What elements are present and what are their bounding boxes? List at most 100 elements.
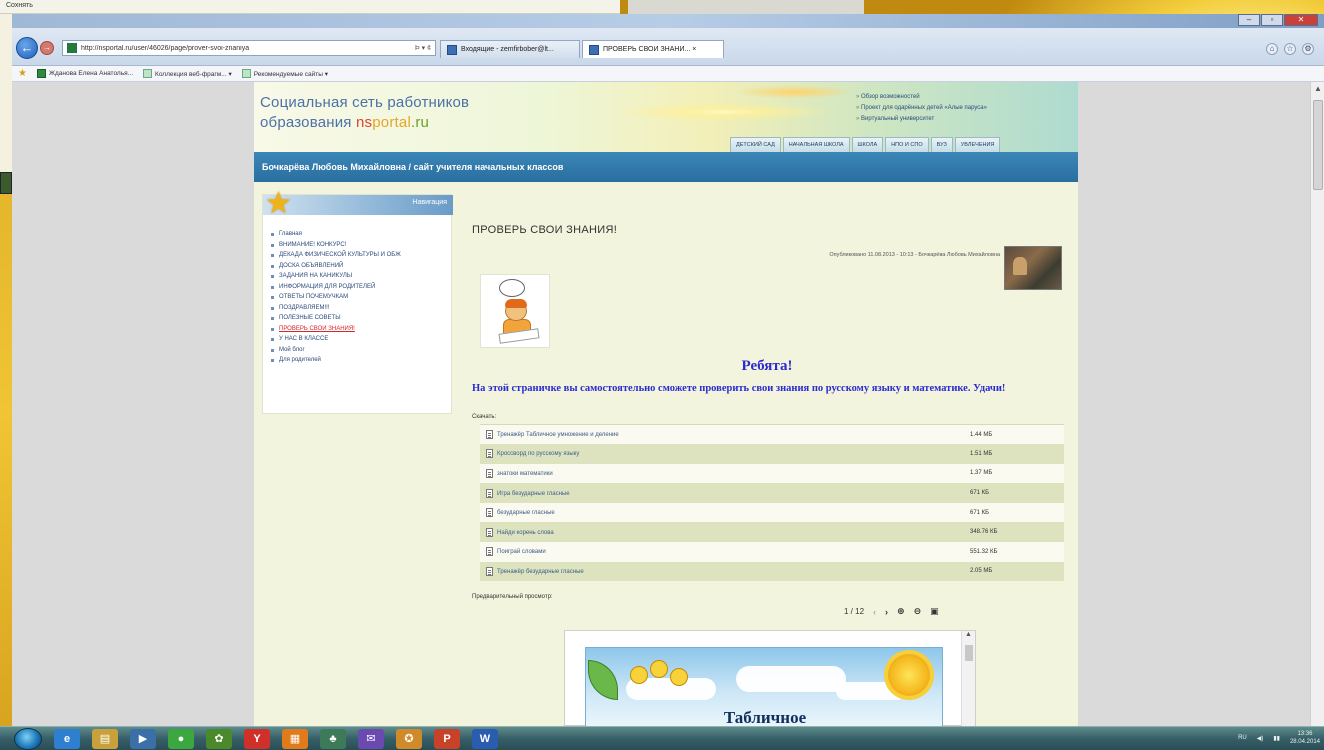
site-title[interactable]: Социальная сеть работников: [260, 94, 469, 111]
file-link[interactable]: Поиграй словами: [497, 549, 546, 555]
file-cell[interactable]: Поиграй словами: [480, 542, 964, 562]
nav-item[interactable]: ДЕКАДА ФИЗИЧЕСКОЙ КУЛЬТУРЫ И ОБЖ: [269, 250, 449, 261]
section-tab[interactable]: НАЧАЛЬНАЯ ШКОЛА: [782, 137, 850, 152]
language-indicator[interactable]: RU: [1238, 735, 1247, 741]
taskbar-app-icon[interactable]: ▦: [282, 729, 308, 749]
background-window[interactable]: [628, 0, 864, 14]
previous-page-button[interactable]: ‹: [873, 607, 876, 617]
scroll-up-icon[interactable]: ▲: [962, 631, 975, 638]
document-viewer[interactable]: Табличное ▲: [564, 630, 976, 726]
file-cell[interactable]: Кроссворд по русскому языку: [480, 444, 964, 464]
desktop-icon[interactable]: [0, 172, 12, 194]
address-bar[interactable]: http://nsportal.ru/user/46026/page/prove…: [62, 40, 436, 56]
favorites-star-icon[interactable]: ☆: [1284, 43, 1296, 55]
file-cell[interactable]: безударные гласные: [480, 502, 964, 523]
taskbar-app-icon[interactable]: ▤: [92, 729, 118, 749]
owner-title[interactable]: Бочкарёва Любовь Михайловна / сайт учите…: [262, 162, 563, 172]
taskbar-app-icon[interactable]: Y: [244, 729, 270, 749]
nav-item[interactable]: ПОЛЕЗНЫЕ СОВЕТЫ: [269, 313, 449, 324]
taskbar-app-icon[interactable]: ▶: [130, 729, 156, 749]
nav-item[interactable]: ПОЗДРАВЛЯЕМ!!!: [269, 303, 449, 314]
site-favicon-icon: [589, 44, 599, 55]
file-cell[interactable]: Игра безударные гласные: [480, 483, 964, 503]
favorites-star-icon[interactable]: ★: [18, 68, 27, 79]
taskbar-app-icon[interactable]: ♣: [320, 729, 346, 749]
browser-titlebar[interactable]: – ▫ ✕: [12, 14, 1324, 28]
file-link[interactable]: безударные гласные: [497, 510, 555, 516]
page-scrollbar[interactable]: ▲: [1310, 82, 1324, 726]
nav-item[interactable]: ЗАДАНИЯ НА КАНИКУЛЫ: [269, 271, 449, 282]
file-link[interactable]: Найди корень слова: [497, 530, 554, 536]
file-cell[interactable]: знатоки математики: [480, 463, 964, 484]
nav-item[interactable]: У НАС В КЛАССЕ: [269, 334, 449, 345]
header-link[interactable]: Виртуальный университет: [856, 114, 987, 125]
site-title-line2[interactable]: образования nsportal.ru: [260, 114, 429, 131]
section-tabs: ДЕТСКИЙ САД НАЧАЛЬНАЯ ШКОЛА ШКОЛА НПО И …: [730, 137, 1001, 152]
download-icon[interactable]: ▣: [930, 606, 939, 617]
section-tab[interactable]: НПО И СПО: [885, 137, 929, 152]
taskbar-app-icon[interactable]: ✿: [206, 729, 232, 749]
header-link[interactable]: Проект для одарённых детей «Алые паруса»: [856, 103, 987, 114]
taskbar-app-icon[interactable]: P: [434, 729, 460, 749]
zoom-out-icon[interactable]: ⊖: [914, 606, 922, 617]
address-actions[interactable]: Ϸ ▾ ¢: [415, 44, 431, 52]
taskbar-app-icon[interactable]: ●: [168, 729, 194, 749]
table-row: Игра безударные гласные 671 КБ: [480, 483, 1064, 503]
section-tab[interactable]: ШКОЛА: [851, 137, 884, 152]
viewer-scroll-thumb[interactable]: [965, 645, 973, 661]
volume-icon[interactable]: ◀): [1257, 735, 1264, 742]
maximize-button[interactable]: ▫: [1261, 14, 1283, 26]
clock[interactable]: 13:36 28.04.2014: [1290, 730, 1320, 746]
bee-shape: [670, 668, 688, 686]
close-button[interactable]: ✕: [1284, 14, 1318, 26]
section-tab[interactable]: ВУЗ: [930, 137, 953, 152]
zoom-in-icon[interactable]: ⊕: [897, 606, 905, 617]
settings-gear-icon[interactable]: ⚙: [1302, 43, 1314, 55]
viewer-scrollbar[interactable]: ▲: [961, 631, 975, 726]
background-window-titlebar[interactable]: Сохнять: [0, 0, 620, 14]
nav-item[interactable]: ОТВЕТЫ ПОЧЕМУЧКАМ: [269, 292, 449, 303]
section-tab[interactable]: ДЕТСКИЙ САД: [730, 137, 781, 152]
nav-item-active[interactable]: ПРОВЕРЬ СВОИ ЗНАНИЯ!: [269, 324, 449, 335]
table-row: Кроссворд по русскому языку 1.51 МБ: [480, 444, 1064, 464]
file-link[interactable]: Тренажёр Табличное умножение и деление: [497, 432, 619, 438]
nav-item[interactable]: Для родителей: [269, 355, 449, 366]
next-page-button[interactable]: ›: [885, 607, 888, 617]
favorite-label: Коллекция веб-фрагм... ▾: [155, 70, 232, 78]
table-row: Тренажёр Табличное умножение и деление 1…: [480, 424, 1064, 445]
scroll-up-icon[interactable]: ▲: [1311, 82, 1324, 96]
favorite-item[interactable]: Рекомендуемые сайты ▾: [241, 69, 328, 78]
taskbar-app-icon[interactable]: ✉: [358, 729, 384, 749]
tab-inbox[interactable]: Входящие - zemfirbober@lt...: [440, 40, 580, 58]
scroll-thumb[interactable]: [1313, 100, 1323, 190]
author-photo[interactable]: [1004, 246, 1062, 290]
favorite-item[interactable]: Коллекция веб-фрагм... ▾: [143, 69, 232, 78]
file-link[interactable]: знатоки математики: [497, 471, 553, 477]
start-button[interactable]: [14, 728, 42, 750]
header-link[interactable]: Обзор возможностей: [856, 92, 987, 103]
nav-item[interactable]: ДОСКА ОБЪЯВЛЕНИЙ: [269, 261, 449, 272]
favorite-item[interactable]: Жданова Елена Анатолья...: [36, 69, 133, 78]
file-link[interactable]: Тренажёр безударные гласные: [497, 569, 584, 575]
file-cell[interactable]: Тренажёр безударные гласные: [480, 561, 964, 582]
nav-item[interactable]: ИНФОРМАЦИЯ ДЛЯ РОДИТЕЛЕЙ: [269, 282, 449, 293]
nav-item[interactable]: Мой блог: [269, 345, 449, 356]
taskbar-app-icon[interactable]: W: [472, 729, 498, 749]
minimize-button[interactable]: –: [1238, 14, 1260, 26]
home-icon[interactable]: ⌂: [1266, 43, 1278, 55]
nav-item[interactable]: Главная: [269, 229, 449, 240]
tab-current-page[interactable]: ПРОВЕРЬ СВОИ ЗНАНИ... ×: [582, 40, 724, 58]
file-link[interactable]: Игра безударные гласные: [497, 491, 570, 497]
document-icon: [486, 508, 493, 518]
taskbar-app-icon[interactable]: e: [54, 729, 80, 749]
network-icon[interactable]: ▮▮: [1273, 735, 1280, 742]
nav-item[interactable]: ВНИМАНИЕ! КОНКУРС!: [269, 240, 449, 251]
section-tab[interactable]: УВЛЕЧЕНИЯ: [954, 137, 1001, 152]
file-cell[interactable]: Тренажёр Табличное умножение и деление: [480, 424, 964, 445]
back-button[interactable]: ←: [16, 37, 38, 59]
file-cell[interactable]: Найди корень слова: [480, 522, 964, 543]
file-link[interactable]: Кроссворд по русскому языку: [497, 451, 579, 457]
forward-button[interactable]: →: [40, 41, 54, 55]
taskbar-app-icon[interactable]: ✪: [396, 729, 422, 749]
address-url[interactable]: http://nsportal.ru/user/46026/page/prove…: [81, 45, 411, 52]
